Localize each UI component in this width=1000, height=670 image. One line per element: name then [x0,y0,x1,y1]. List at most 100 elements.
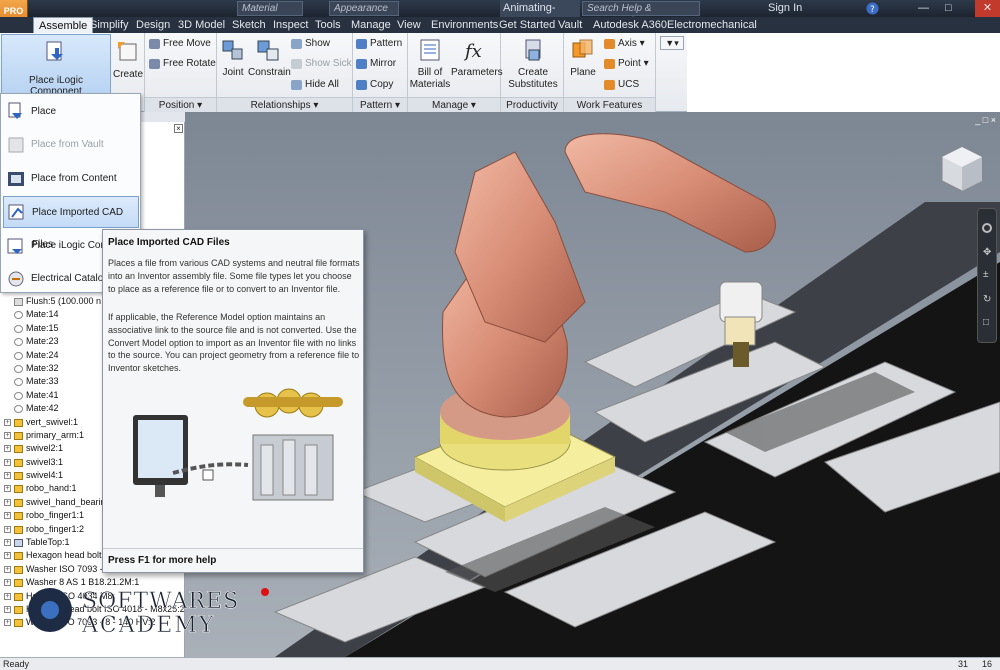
mirror-button[interactable]: Mirror [356,57,396,71]
parameters-fx-icon: fx [463,41,482,62]
pan-icon[interactable]: ✥ [983,247,991,258]
panel-relationships: Joint Constrain Show Show Sick Hide All … [217,33,353,112]
svg-text:fx: fx [463,41,482,62]
status-count-2: 16 [982,659,993,669]
softwares-academy-logo: SOFTWARES ACADEMY [28,588,239,638]
panel-productivity: Create Substitutes Productivity [501,33,564,112]
maximize-button[interactable]: □ [945,0,952,17]
document-title: Animating-PosR... [500,0,580,31]
tab-tools[interactable]: Tools [310,17,346,33]
menu-item-place[interactable]: Place [3,96,139,128]
look-at-icon[interactable]: □ [983,317,989,328]
joint-icon [222,40,243,60]
point-button[interactable]: Point ▾ [604,57,649,71]
ribbon-tabs: Assemble Simplify Design 3D Model Sketch… [0,17,1000,33]
viewport-window-controls[interactable]: _ □ × [975,115,996,125]
minimize-button[interactable]: — [918,0,929,17]
show-sick-button[interactable]: Show Sick [291,57,352,71]
tab-sketch[interactable]: Sketch [227,17,271,33]
zoom-icon[interactable]: ± [983,269,989,280]
help-icon[interactable]: ? [866,2,879,15]
tab-view[interactable]: View [392,17,426,33]
pattern-button[interactable]: Pattern [356,37,402,51]
import-illustration [133,388,343,501]
ribbon-options-button[interactable]: ▼▾ [660,36,684,50]
bom-label-2: Materials [409,79,451,90]
imported-cad-icon [8,204,24,220]
panel-pattern: Pattern Mirror Copy Pattern ▾ [353,33,408,112]
title-bar: Material Appearance Animating-PosR... Se… [0,0,1000,31]
tooltip-place-imported-cad-files: Place Imported CAD Files Places a file f… [102,229,364,573]
menu-item-place-imported-cad-files[interactable]: Place Imported CAD Files [3,196,139,250]
tooltip-paragraph-1: Places a file from various CAD systems a… [108,258,360,294]
show-button[interactable]: Show [291,37,330,51]
tab-electromechanical[interactable]: Electromechanical [662,17,762,33]
manage-panel-title[interactable]: Manage ▾ [408,97,500,112]
place-icon [8,102,22,119]
position-panel-title[interactable]: Position ▾ [145,97,216,112]
tab-design[interactable]: Design [131,17,175,33]
status-bar: Ready 31 16 [0,657,1000,670]
bill-of-materials-icon [420,39,440,61]
browser-close-icon[interactable]: × [174,124,183,133]
viewcube-icon[interactable] [940,145,984,193]
tooltip-footer: Press F1 for more help [103,548,363,572]
constrain-label: Constrain [248,67,291,78]
menu-item-place-from-vault[interactable]: Place from Vault [3,129,139,161]
work-features-panel-title: Work Features [564,97,655,112]
steering-wheel-icon[interactable] [982,223,992,233]
orbit-icon[interactable]: ↻ [983,294,991,305]
bill-of-materials-button[interactable]: Bill of Materials [409,37,451,91]
joint-button[interactable]: Joint [219,37,247,79]
sign-in-link[interactable]: Sign In [768,0,802,17]
constrain-button[interactable]: Constrain [248,37,291,79]
content-center-icon [8,172,24,186]
tab-environments[interactable]: Environments [426,17,503,33]
axis-button[interactable]: Axis ▾ [604,37,645,51]
tab-simplify[interactable]: Simplify [85,17,134,33]
tab-autodesk-a360[interactable]: Autodesk A360 [588,17,672,33]
electrical-catalog-icon [8,271,24,287]
relationships-panel-title[interactable]: Relationships ▾ [217,97,352,112]
panel-manage: Bill of Materials fx Parameters Manage ▾ [408,33,503,112]
panel-work-features: Plane Axis ▾ Point ▾ UCS Work Features [564,33,656,112]
free-rotate-button[interactable]: Free Rotate [149,57,216,71]
svg-text:?: ? [870,5,875,15]
joint-label: Joint [222,67,244,78]
close-button[interactable]: ✕ [975,0,1000,17]
create-substitutes-icon [525,39,541,61]
appearance-dropdown[interactable]: Appearance [329,1,399,16]
tab-inspect[interactable]: Inspect [268,17,313,33]
create-substitutes-label-1: Create [517,67,548,78]
tab-3d-model[interactable]: 3D Model [173,17,230,33]
create-label: Create [113,69,144,80]
tooltip-paragraph-2: If applicable, the Reference Model optio… [108,312,360,374]
place-ilogic-component-button[interactable]: Place iLogic Component [1,34,111,97]
parameters-label: Parameters [451,67,503,78]
place-icon [46,41,63,61]
productivity-panel-title: Productivity [501,97,563,112]
pattern-panel-title[interactable]: Pattern ▾ [353,97,407,112]
create-substitutes-button[interactable]: Create Substitutes [505,37,561,91]
tab-vault[interactable]: Vault [553,17,587,33]
plane-icon [572,39,593,58]
menu-item-place-from-content-center[interactable]: Place from Content Center [3,163,139,216]
free-move-button[interactable]: Free Move [149,37,211,51]
vault-icon [8,137,24,153]
navigation-bar[interactable]: ✥ ± ↻ □ [977,208,997,343]
create-button[interactable]: Create [113,39,143,81]
material-dropdown[interactable]: Material [237,1,303,16]
svg-text:SOFTWARES: SOFTWARES [82,589,239,614]
hide-all-button[interactable]: Hide All [291,78,339,92]
tab-get-started[interactable]: Get Started [494,17,560,33]
plane-button[interactable]: Plane [566,37,600,79]
tab-manage[interactable]: Manage [346,17,396,33]
parameters-button[interactable]: fx Parameters [451,37,503,79]
create-component-icon [118,42,137,61]
status-text: Ready [3,659,30,669]
copy-button[interactable]: Copy [356,78,393,92]
search-input[interactable]: Search Help & Commands... [582,1,700,27]
bom-label-1: Bill of [417,67,443,78]
ucs-button[interactable]: UCS [604,78,639,92]
status-count-1: 31 [958,659,969,669]
